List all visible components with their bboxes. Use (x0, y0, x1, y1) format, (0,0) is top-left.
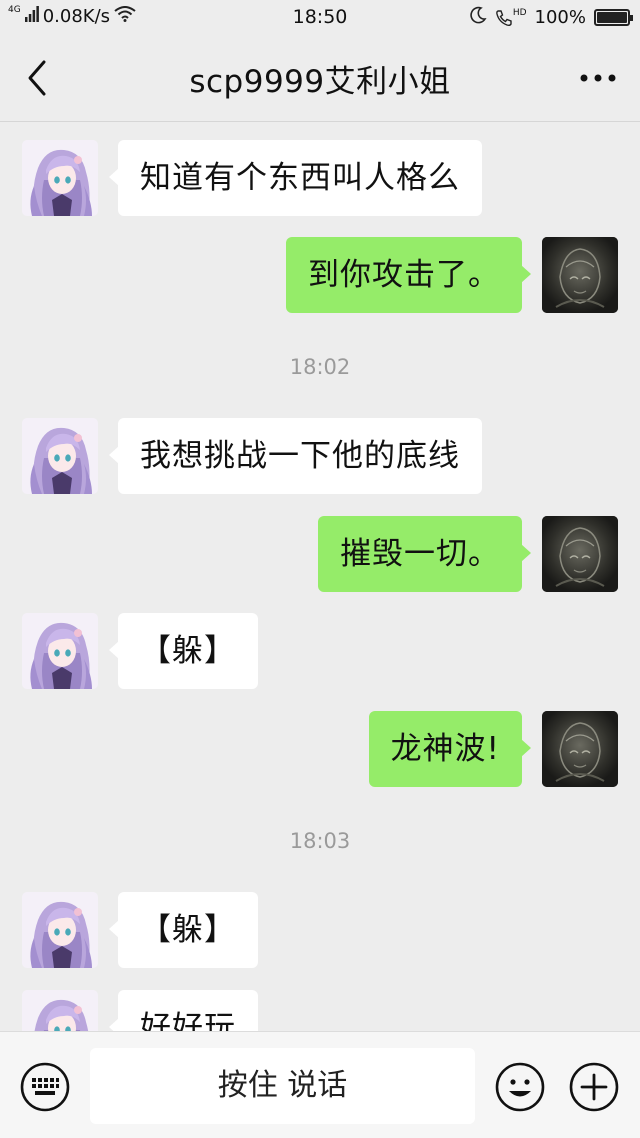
hold-to-talk-button[interactable]: 按住 说话 (90, 1048, 475, 1124)
contact-avatar[interactable] (22, 892, 98, 968)
my-avatar[interactable] (542, 711, 618, 787)
more-dots-icon (580, 74, 616, 82)
chat-title: scp9999艾利小姐 (189, 64, 451, 100)
chat-header: scp9999艾利小姐 (0, 34, 640, 122)
more-options-button[interactable] (578, 64, 618, 92)
contact-avatar[interactable] (22, 418, 98, 494)
timestamp: 18:02 (289, 355, 351, 379)
keyboard-icon (20, 1062, 70, 1112)
message-list[interactable]: 知道有个东西叫人格么 到你攻击了。 18:02 我想挑战一下他的底线 摧毁一切。… (0, 123, 640, 1031)
battery-icon (594, 9, 633, 26)
received-message-bubble[interactable]: 【躲】 (109, 892, 258, 968)
more-functions-button[interactable] (568, 1061, 620, 1113)
hd-label: HD (512, 7, 527, 18)
emoji-button[interactable] (494, 1061, 546, 1113)
contact-avatar[interactable] (22, 990, 98, 1031)
plus-icon (569, 1062, 619, 1112)
input-bar: 按住 说话 (0, 1031, 640, 1138)
contact-avatar[interactable] (22, 140, 98, 216)
moon-icon (469, 6, 487, 29)
received-message-bubble[interactable]: 【躲】 (109, 613, 258, 689)
status-bar: 4G 0.08K/s 18:50 HD 100% (0, 0, 640, 34)
my-avatar[interactable] (542, 516, 618, 592)
status-right: HD 100% (469, 6, 633, 29)
my-avatar[interactable] (542, 237, 618, 313)
keyboard-toggle-button[interactable] (19, 1061, 71, 1113)
sent-message-bubble[interactable]: 到你攻击了。 (286, 237, 531, 313)
received-message-bubble[interactable]: 我想挑战一下他的底线 (109, 418, 482, 494)
sent-message-bubble[interactable]: 龙神波! (368, 711, 532, 787)
smiley-icon (495, 1062, 545, 1112)
sent-message-bubble[interactable]: 摧毁一切。 (318, 516, 531, 592)
hd-call-icon: HD (495, 7, 527, 27)
received-message-bubble[interactable]: 知道有个东西叫人格么 (109, 140, 482, 216)
received-message-bubble[interactable]: 好好玩 (109, 990, 258, 1031)
battery-percent: 100% (534, 7, 586, 28)
contact-avatar[interactable] (22, 613, 98, 689)
timestamp: 18:03 (289, 829, 351, 853)
